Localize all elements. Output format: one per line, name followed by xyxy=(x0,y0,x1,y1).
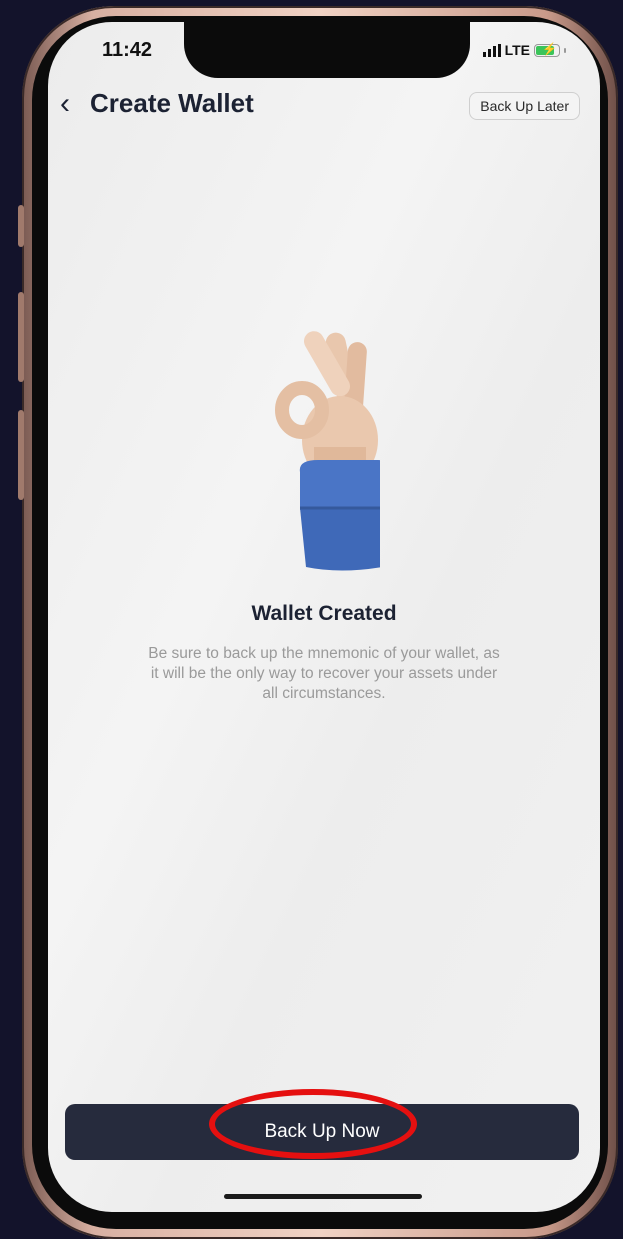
notch xyxy=(184,22,470,78)
battery-cap xyxy=(564,47,566,53)
battery-icon: ⚡ xyxy=(534,42,560,57)
back-up-later-button[interactable]: Back Up Later xyxy=(469,92,580,120)
volume-up-button xyxy=(18,292,24,382)
back-up-now-button[interactable]: Back Up Now xyxy=(65,1104,579,1160)
wallet-created-heading: Wallet Created xyxy=(251,602,397,625)
network-label: LTE xyxy=(504,42,530,58)
app-screen: 11:42 LTE ⚡ ‹ Create Wallet Back Up Late… xyxy=(48,22,600,1212)
status-indicators: LTE ⚡ xyxy=(482,42,566,58)
status-time: 11:42 xyxy=(102,39,153,61)
home-indicator xyxy=(224,1194,422,1199)
backup-description: Be sure to back up the mnemonic of your … xyxy=(148,645,500,702)
ok-hand-icon xyxy=(275,331,380,571)
volume-down-button xyxy=(18,410,24,500)
signal-icon xyxy=(482,43,501,57)
mute-switch xyxy=(18,205,24,247)
chevron-left-icon[interactable]: ‹ xyxy=(60,86,70,122)
page-title: Create Wallet xyxy=(90,88,254,118)
